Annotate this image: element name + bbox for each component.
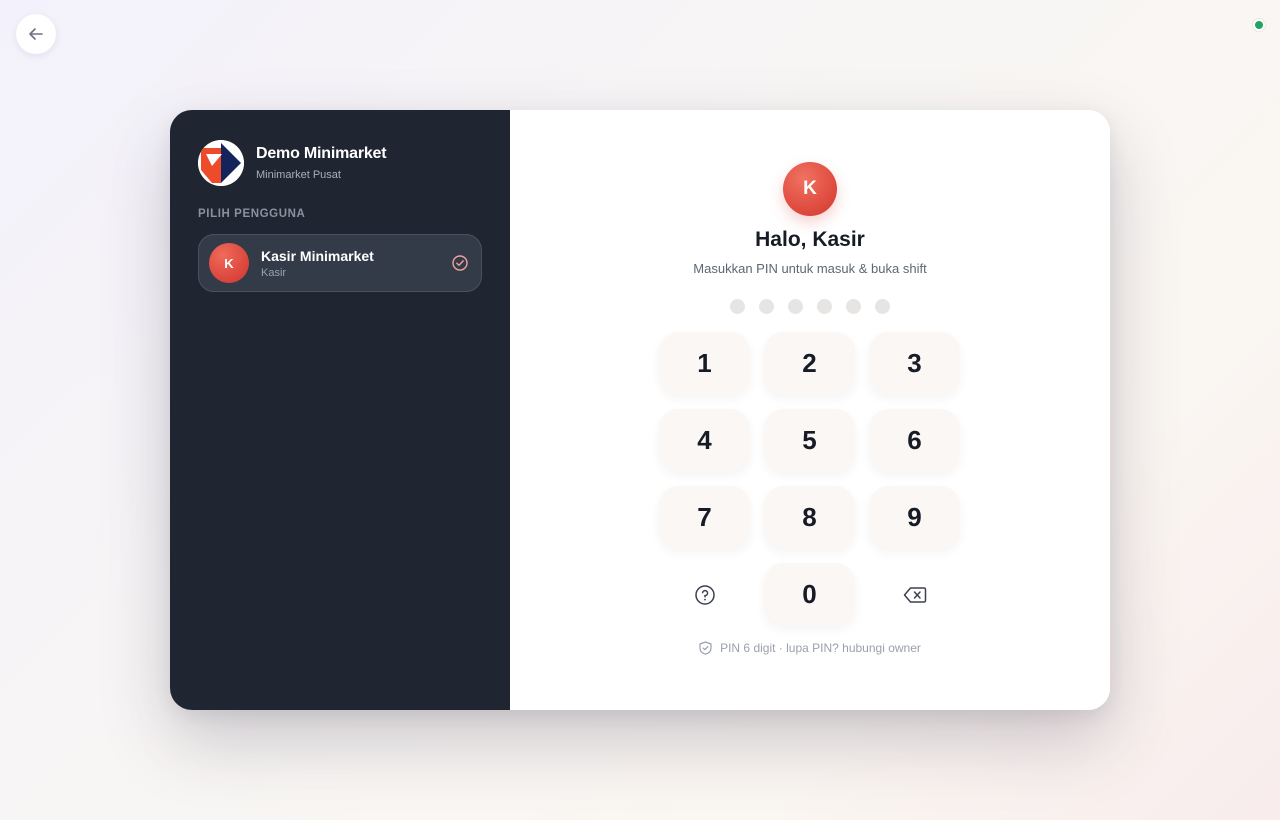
- pin-instruction: Masukkan PIN untuk masuk & buka shift: [693, 261, 927, 276]
- selected-user-avatar: K: [783, 162, 837, 216]
- user-item-kasir[interactable]: K Kasir Minimarket Kasir: [198, 234, 482, 292]
- help-button[interactable]: [659, 563, 750, 626]
- brand-name: Demo Minimarket: [256, 145, 387, 162]
- pin-dot: [846, 299, 861, 314]
- keypad-key-6[interactable]: 6: [869, 409, 960, 472]
- pin-indicator: [730, 299, 890, 314]
- user-name: Kasir Minimarket: [261, 247, 374, 264]
- store-name: Minimarket Pusat: [256, 169, 341, 181]
- check-circle-icon: [452, 255, 468, 271]
- login-card: Demo Minimarket Minimarket Pusat PILIH P…: [170, 110, 1110, 710]
- keypad-key-0[interactable]: 0: [764, 563, 855, 626]
- backspace-button[interactable]: [869, 563, 960, 626]
- footer-note-text: PIN 6 digit · lupa PIN? hubungi owner: [720, 641, 921, 655]
- pin-panel: K Halo, Kasir Masukkan PIN untuk masuk &…: [510, 110, 1110, 710]
- help-circle-icon: [694, 584, 715, 605]
- pin-dot: [730, 299, 745, 314]
- keypad-key-7[interactable]: 7: [659, 486, 750, 549]
- keypad-key-1[interactable]: 1: [659, 332, 750, 395]
- user-role: Kasir: [261, 266, 287, 279]
- pin-keypad: 1 2 3 4 5 6 7 8 9 0: [659, 332, 960, 626]
- keypad-key-9[interactable]: 9: [869, 486, 960, 549]
- keypad-key-8[interactable]: 8: [764, 486, 855, 549]
- user-avatar: K: [209, 243, 249, 283]
- keypad-key-4[interactable]: 4: [659, 409, 750, 472]
- pin-dot: [759, 299, 774, 314]
- user-sidebar: Demo Minimarket Minimarket Pusat PILIH P…: [170, 110, 510, 710]
- arrow-left-icon: [29, 28, 43, 40]
- brand-header: Demo Minimarket Minimarket Pusat: [198, 140, 482, 186]
- pin-footer-note: PIN 6 digit · lupa PIN? hubungi owner: [510, 641, 1110, 655]
- pin-dot: [875, 299, 890, 314]
- pin-dot: [788, 299, 803, 314]
- greeting-title: Halo, Kasir: [755, 228, 865, 251]
- backspace-icon: [903, 586, 926, 603]
- keypad-key-3[interactable]: 3: [869, 332, 960, 395]
- back-button[interactable]: [16, 14, 56, 54]
- shield-check-icon: [699, 641, 712, 655]
- pin-dot: [817, 299, 832, 314]
- keypad-key-5[interactable]: 5: [764, 409, 855, 472]
- keypad-key-2[interactable]: 2: [764, 332, 855, 395]
- online-status-dot: [1253, 19, 1265, 31]
- user-section-label: PILIH PENGGUNA: [198, 208, 306, 220]
- brand-logo: [198, 140, 244, 186]
